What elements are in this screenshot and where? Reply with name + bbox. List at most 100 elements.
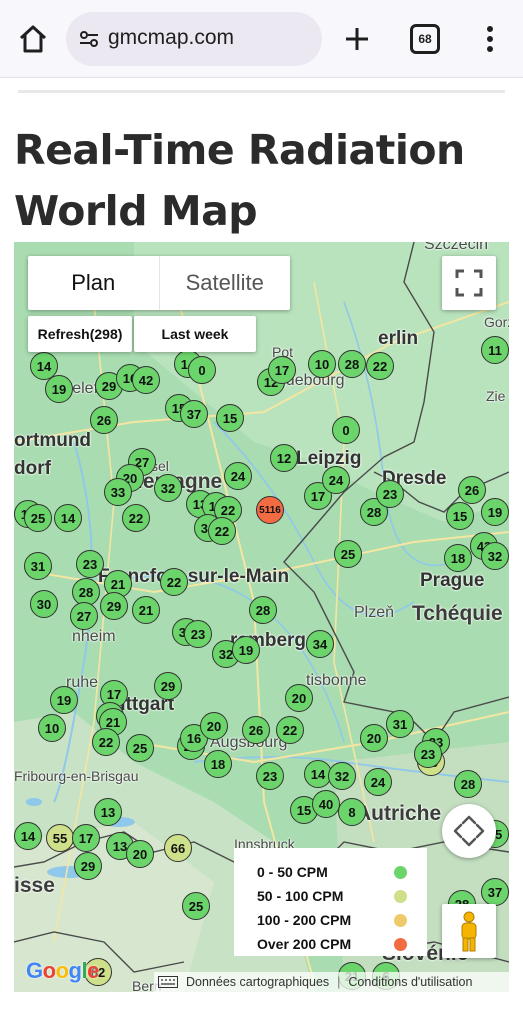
country-label-austria: Autriche	[356, 802, 442, 825]
move-camera-icon	[453, 815, 485, 847]
tab-switcher-button[interactable]: 68	[410, 24, 440, 54]
radiation-marker[interactable]: 55	[46, 824, 74, 852]
radiation-marker[interactable]: 10	[308, 350, 336, 378]
site-settings-icon[interactable]	[78, 28, 100, 50]
radiation-marker[interactable]: 18	[204, 750, 232, 778]
new-tab-icon[interactable]	[338, 20, 376, 58]
radiation-marker[interactable]: 10	[38, 714, 66, 742]
radiation-marker[interactable]: 31	[386, 710, 414, 738]
legend-label: 0 - 50 CPM	[257, 864, 328, 880]
map-type-control: Plan Satellite	[28, 256, 290, 310]
url-text: gmcmap.com	[108, 26, 235, 49]
radiation-marker[interactable]: 28	[454, 770, 482, 798]
radiation-marker[interactable]: 23	[184, 620, 212, 648]
radiation-marker[interactable]: 24	[364, 768, 392, 796]
city-label-prague: Prague	[420, 570, 485, 591]
radiation-marker[interactable]: 33	[104, 478, 132, 506]
radiation-marker[interactable]: 20	[126, 840, 154, 868]
refresh-button[interactable]: Refresh(298)	[28, 316, 132, 352]
radiation-marker[interactable]: 15	[446, 502, 474, 530]
radiation-marker[interactable]: 17	[268, 356, 296, 384]
radiation-map[interactable]: Szczecin erlin Pot Gorz Zie agdebourg Bi…	[14, 242, 509, 992]
radiation-marker[interactable]: 14	[54, 504, 82, 532]
city-label-dortmund: ortmund	[14, 430, 92, 451]
radiation-marker[interactable]: 66	[164, 834, 192, 862]
radiation-marker[interactable]: 8	[338, 798, 366, 826]
radiation-marker[interactable]: 24	[224, 462, 252, 490]
google-logo[interactable]: Google	[26, 958, 99, 984]
legend-row: 100 - 200 CPM	[257, 908, 427, 932]
radiation-marker[interactable]: 23	[76, 550, 104, 578]
address-bar[interactable]: gmcmap.com	[66, 12, 322, 66]
radiation-marker[interactable]: 22	[122, 504, 150, 532]
radiation-marker[interactable]: 15	[216, 404, 244, 432]
radiation-marker[interactable]: 25	[126, 734, 154, 762]
radiation-marker[interactable]: 29	[74, 852, 102, 880]
radiation-marker[interactable]: 19	[481, 498, 509, 526]
radiation-marker[interactable]: 25	[24, 504, 52, 532]
radiation-marker[interactable]: 18	[444, 544, 472, 572]
radiation-marker[interactable]: 29	[154, 672, 182, 700]
radiation-marker[interactable]: 21	[132, 596, 160, 624]
radiation-marker[interactable]: 31	[24, 552, 52, 580]
divider	[18, 90, 505, 93]
radiation-marker[interactable]: 25	[182, 892, 210, 920]
radiation-marker[interactable]: 37	[180, 400, 208, 428]
more-menu-icon[interactable]	[476, 20, 504, 58]
legend-dot-yellow-green	[394, 889, 407, 903]
radiation-marker[interactable]: 20	[200, 712, 228, 740]
radiation-marker[interactable]: 0	[332, 416, 360, 444]
city-label-freiburg: Fribourg-en-Brisgau	[14, 768, 139, 784]
radiation-marker[interactable]: 22	[276, 716, 304, 744]
radiation-marker[interactable]: 40	[312, 790, 340, 818]
radiation-marker[interactable]: 13	[94, 798, 122, 826]
fullscreen-button[interactable]	[442, 256, 496, 310]
radiation-marker[interactable]: 30	[30, 590, 58, 618]
map-data-link[interactable]: Données cartographiques	[186, 975, 329, 989]
radiation-marker[interactable]: 32	[328, 762, 356, 790]
radiation-marker[interactable]: 27	[70, 602, 98, 630]
radiation-marker[interactable]: 0	[188, 356, 216, 384]
street-view-button[interactable]	[442, 904, 496, 958]
period-button[interactable]: Last week	[134, 316, 256, 352]
radiation-marker[interactable]: 32	[154, 474, 182, 502]
radiation-marker[interactable]: 23	[256, 762, 284, 790]
radiation-marker[interactable]: 17	[72, 824, 100, 852]
radiation-marker[interactable]: 26	[242, 716, 270, 744]
radiation-marker[interactable]: 22	[208, 517, 236, 545]
radiation-marker[interactable]: 11	[481, 336, 509, 364]
radiation-marker[interactable]: 12	[270, 444, 298, 472]
keyboard-shortcuts-icon[interactable]	[158, 976, 178, 988]
cpm-legend: 0 - 50 CPM 50 - 100 CPM 100 - 200 CPM Ov…	[234, 848, 427, 956]
radiation-marker[interactable]: 22	[160, 568, 188, 596]
radiation-marker[interactable]: 19	[50, 686, 78, 714]
radiation-marker[interactable]: 37	[481, 878, 509, 906]
radiation-marker[interactable]: 29	[100, 592, 128, 620]
radiation-marker[interactable]: 22	[92, 728, 120, 756]
radiation-marker[interactable]: 20	[360, 724, 388, 752]
radiation-marker[interactable]: 23	[414, 740, 442, 768]
terms-link[interactable]: Conditions d'utilisation	[348, 975, 472, 989]
radiation-marker[interactable]: 23	[376, 480, 404, 508]
camera-control-button[interactable]	[442, 804, 496, 858]
radiation-marker[interactable]: 42	[132, 366, 160, 394]
legend-dot-orange	[394, 913, 407, 927]
city-label-plzen: Plzeň	[354, 604, 395, 621]
radiation-marker[interactable]: 5116	[256, 496, 284, 524]
radiation-marker[interactable]: 19	[232, 636, 260, 664]
map-type-plan-button[interactable]: Plan	[28, 256, 160, 310]
radiation-marker[interactable]: 34	[306, 630, 334, 658]
radiation-marker[interactable]: 25	[334, 540, 362, 568]
map-type-satellite-button[interactable]: Satellite	[160, 256, 291, 310]
radiation-marker[interactable]: 32	[481, 542, 509, 570]
radiation-marker[interactable]: 20	[285, 684, 313, 712]
radiation-marker[interactable]: 22	[366, 352, 394, 380]
radiation-marker[interactable]: 14	[14, 822, 42, 850]
radiation-marker[interactable]: 19	[45, 375, 73, 403]
radiation-marker[interactable]: 26	[90, 406, 118, 434]
radiation-marker[interactable]: 24	[322, 466, 350, 494]
radiation-marker[interactable]: 26	[458, 476, 486, 504]
radiation-marker[interactable]: 28	[338, 350, 366, 378]
radiation-marker[interactable]: 28	[249, 596, 277, 624]
home-icon[interactable]	[14, 20, 52, 58]
